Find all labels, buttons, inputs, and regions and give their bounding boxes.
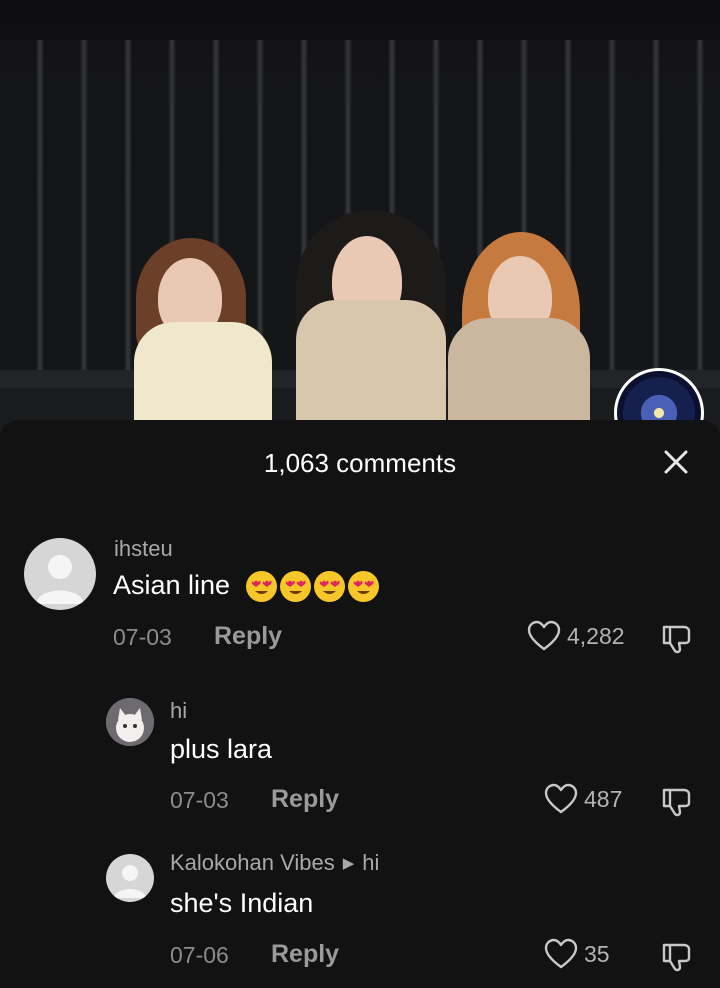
comment-text-body: Asian line: [113, 570, 231, 600]
comment-date: 07-03: [170, 787, 229, 813]
heart-icon: [527, 620, 561, 651]
heart-eyes-emoji-icon: [279, 571, 311, 603]
reply-comment-item: hi plus lara 07-03 Reply 487: [0, 690, 720, 820]
video-player[interactable]: [0, 0, 720, 440]
comment-username: Kalokohan Vibes ▶ hi: [170, 850, 379, 876]
performer-left: [128, 0, 278, 440]
dislike-button[interactable]: [660, 940, 694, 979]
heart-eyes-emoji-icon: [245, 571, 277, 603]
comment-username[interactable]: ihsteu: [114, 536, 173, 562]
thumbs-down-icon: [662, 788, 691, 817]
close-icon: [664, 450, 688, 474]
performer-center: [286, 0, 456, 440]
comment-date: 07-03: [113, 624, 172, 650]
like-button[interactable]: 4,282: [527, 620, 625, 652]
reply-button[interactable]: Reply: [271, 785, 339, 814]
reply-button[interactable]: Reply: [214, 622, 282, 651]
reply-comment-item: Kalokohan Vibes ▶ hi she's Indian 07-06 Re…: [0, 846, 720, 976]
comments-sheet: 1,063 comments ihsteu Asian line 07-03 R…: [0, 420, 720, 988]
heart-eyes-emoji-icon: [347, 571, 379, 603]
reply-button[interactable]: Reply: [271, 940, 339, 969]
heart-eyes-emoji-group: [245, 570, 382, 603]
like-count: 4,282: [567, 622, 625, 649]
tiktok-comments-screen: 1,063 comments ihsteu Asian line 07-03 R…: [0, 0, 720, 988]
reply-target[interactable]: hi: [362, 850, 379, 875]
default-avatar-icon: [114, 865, 146, 898]
avatar[interactable]: [24, 538, 96, 610]
like-count: 35: [584, 940, 610, 967]
reply-arrow-icon: ▶: [342, 855, 355, 872]
reply-author[interactable]: Kalokohan Vibes: [170, 850, 335, 875]
comment-date: 07-06: [170, 942, 229, 968]
like-count: 487: [584, 785, 623, 812]
thumbs-down-icon: [662, 625, 691, 654]
dislike-button[interactable]: [660, 785, 694, 824]
comment-text: Asian line: [113, 570, 382, 603]
heart-eyes-emoji-icon: [313, 571, 345, 603]
avatar[interactable]: [106, 854, 154, 902]
comment-username[interactable]: hi: [170, 698, 187, 724]
avatar[interactable]: [106, 698, 154, 746]
thumbs-down-icon: [662, 943, 691, 972]
comment-text: plus lara: [170, 734, 273, 764]
close-button[interactable]: [656, 442, 696, 482]
heart-icon: [544, 783, 578, 814]
cat-avatar-icon: [106, 698, 154, 746]
comments-count-title: 1,063 comments: [263, 448, 457, 478]
heart-icon: [544, 938, 578, 969]
comment-item: ihsteu Asian line 07-03 Reply 4,282: [0, 530, 720, 660]
performer-right: [444, 0, 604, 440]
default-avatar-icon: [36, 555, 84, 604]
comment-text: she's Indian: [170, 888, 314, 918]
like-button[interactable]: 35: [544, 938, 610, 970]
dislike-button[interactable]: [660, 622, 694, 661]
like-button[interactable]: 487: [544, 783, 622, 815]
